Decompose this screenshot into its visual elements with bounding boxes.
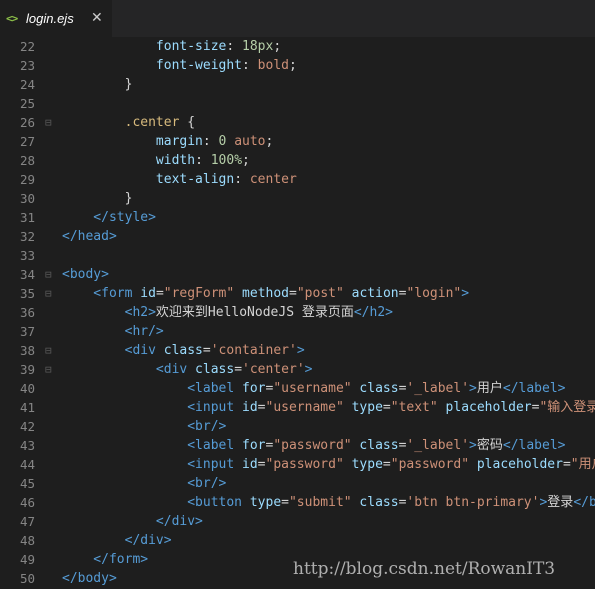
code-text: </div>	[62, 533, 172, 548]
code-line[interactable]: 45 <br/>	[0, 474, 595, 493]
code-text: }	[62, 191, 133, 206]
code-line[interactable]: 29 text-align: center	[0, 170, 595, 189]
line-number: 42	[19, 419, 35, 434]
line-number: 30	[19, 191, 35, 206]
fold-icon[interactable]: ⊟	[45, 341, 52, 360]
code-text: <label for="password" class='_label'>密码<…	[62, 438, 566, 453]
line-number: 46	[19, 495, 35, 510]
code-text: </head>	[62, 229, 117, 244]
code-line[interactable]: 44 <input id="password" type="password" …	[0, 455, 595, 474]
code-line[interactable]: 40 <label for="username" class='_label'>…	[0, 379, 595, 398]
line-number: 36	[19, 305, 35, 320]
code-text: <h2>欢迎来到HelloNodeJS 登录页面</h2>	[62, 305, 393, 320]
code-text: <input id="username" type="text" placeho…	[62, 400, 595, 415]
code-text: margin: 0 auto;	[62, 134, 274, 149]
fold-icon[interactable]: ⊟	[45, 284, 52, 303]
line-number: 28	[19, 153, 35, 168]
code-line[interactable]: 30 }	[0, 189, 595, 208]
code-text: </form>	[62, 552, 149, 567]
code-text: </div>	[62, 514, 203, 529]
line-number: 25	[19, 96, 35, 111]
code-text: </style>	[62, 210, 156, 225]
code-line[interactable]: 27 margin: 0 auto;	[0, 132, 595, 151]
code-line[interactable]: 43 <label for="password" class='_label'>…	[0, 436, 595, 455]
code-line[interactable]: 41 <input id="username" type="text" plac…	[0, 398, 595, 417]
code-text: <br/>	[62, 476, 227, 491]
line-number: 44	[19, 457, 35, 472]
fold-icon[interactable]: ⊟	[45, 265, 52, 284]
code-text: width: 100%;	[62, 153, 250, 168]
line-number: 31	[19, 210, 35, 225]
code-text: </body>	[62, 571, 117, 586]
watermark: http://blog.csdn.net/RowanIT3	[293, 559, 556, 579]
code-line[interactable]: 32 </head>	[0, 227, 595, 246]
line-number: 49	[19, 552, 35, 567]
code-line[interactable]: 33	[0, 246, 595, 265]
code-line[interactable]: 26 ⊟ .center {	[0, 113, 595, 132]
code-text: <input id="password" type="password" pla…	[62, 457, 595, 472]
line-number: 48	[19, 533, 35, 548]
code-line[interactable]: 35 ⊟ <form id="regForm" method="post" act…	[0, 284, 595, 303]
code-text: }	[62, 77, 133, 92]
line-number: 38	[19, 343, 35, 358]
code-line[interactable]: 37 <hr/>	[0, 322, 595, 341]
code-text: <button type="submit" class='btn btn-pri…	[62, 495, 595, 510]
code-line[interactable]: 23 font-weight: bold;	[0, 56, 595, 75]
line-number: 39	[19, 362, 35, 377]
code-line[interactable]: 46 <button type="submit" class='btn btn-…	[0, 493, 595, 512]
code-text: <div class='container'>	[62, 343, 305, 358]
code-text: .center {	[62, 115, 196, 130]
tab-bar: <> login.ejs ✕	[0, 0, 595, 37]
line-number: 37	[19, 324, 35, 339]
code-line[interactable]: 39 ⊟ <div class='center'>	[0, 360, 595, 379]
code-line[interactable]: 42 <br/>	[0, 417, 595, 436]
code-line[interactable]: 47 </div>	[0, 512, 595, 531]
fold-icon[interactable]: ⊟	[45, 360, 52, 379]
tab-title: login.ejs	[26, 11, 74, 26]
line-number: 29	[19, 172, 35, 187]
code-text: font-size: 18px;	[62, 39, 282, 54]
line-number: 50	[19, 571, 35, 586]
code-line[interactable]: 22 font-size: 18px;	[0, 37, 595, 56]
code-text: font-weight: bold;	[62, 58, 297, 73]
code-text: <form id="regForm" method="post" action=…	[62, 286, 470, 301]
code-text: <br/>	[62, 419, 227, 434]
code-line[interactable]: 28 width: 100%;	[0, 151, 595, 170]
code-line[interactable]: 36 <h2>欢迎来到HelloNodeJS 登录页面</h2>	[0, 303, 595, 322]
code-text: <body>	[62, 267, 109, 282]
code-line[interactable]: 25	[0, 94, 595, 113]
line-number: 34	[19, 267, 35, 282]
code-text: <hr/>	[62, 324, 164, 339]
line-number: 23	[19, 58, 35, 73]
line-number: 32	[19, 229, 35, 244]
line-number: 24	[19, 77, 35, 92]
code-line[interactable]: 48 </div>	[0, 531, 595, 550]
code-line[interactable]: 24 }	[0, 75, 595, 94]
code-text: text-align: center	[62, 172, 297, 187]
line-number: 47	[19, 514, 35, 529]
tab-login-ejs[interactable]: <> login.ejs ✕	[0, 0, 112, 37]
code-line[interactable]: 31 </style>	[0, 208, 595, 227]
code-line[interactable]: 38 ⊟ <div class='container'>	[0, 341, 595, 360]
line-number: 40	[19, 381, 35, 396]
code-text: <div class='center'>	[62, 362, 313, 377]
fold-icon[interactable]: ⊟	[45, 113, 52, 132]
line-number: 35	[19, 286, 35, 301]
code-line[interactable]: 34 ⊟ <body>	[0, 265, 595, 284]
line-number: 27	[19, 134, 35, 149]
line-number: 43	[19, 438, 35, 453]
code-file-icon: <>	[6, 12, 18, 25]
line-number: 33	[19, 248, 35, 263]
line-number: 22	[19, 39, 35, 54]
code-editor[interactable]: 22 font-size: 18px; 23 font-weight: bold;…	[0, 37, 595, 589]
line-number: 45	[19, 476, 35, 491]
line-number: 26	[19, 115, 35, 130]
close-icon[interactable]: ✕	[91, 10, 103, 26]
line-number: 41	[19, 400, 35, 415]
code-text: <label for="username" class='_label'>用户<…	[62, 381, 566, 396]
